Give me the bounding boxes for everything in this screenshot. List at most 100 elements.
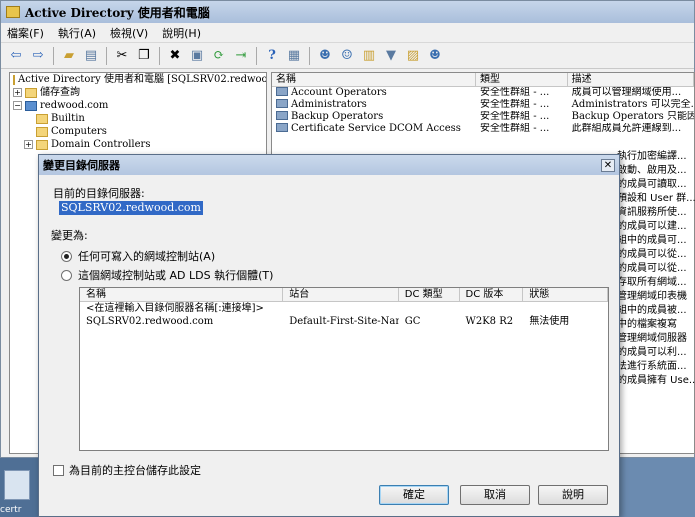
folder-icon bbox=[36, 126, 48, 137]
change-directory-server-dialog: 變更目錄伺服器 ✕ 目前的目錄伺服器: SQLSRV02.redwood.com… bbox=[38, 154, 620, 517]
folder-icon bbox=[13, 74, 15, 85]
list-item-description: 存取所有網域... bbox=[617, 277, 687, 288]
help-icon[interactable]: ? bbox=[263, 47, 281, 65]
dc-table-header: 名稱 站台 DC 類型 DC 版本 狀態 bbox=[80, 288, 608, 302]
save-setting-checkbox-row[interactable]: 為目前的主控台儲存此設定 bbox=[53, 462, 201, 478]
refresh-icon[interactable]: ⟳ bbox=[210, 47, 228, 65]
column-dc-version[interactable]: DC 版本 bbox=[460, 288, 524, 301]
list-item-description: 的成員可以從... bbox=[617, 263, 687, 274]
list-item-description: 的成員可以從... bbox=[617, 249, 687, 260]
toolbar-separator bbox=[159, 46, 160, 65]
column-description[interactable]: 描述 bbox=[568, 73, 694, 86]
delegate-icon[interactable]: ☻ bbox=[426, 47, 444, 65]
current-server-label: 目前的目錄伺服器: bbox=[53, 187, 145, 200]
dialog-title: 變更目錄伺服器 bbox=[43, 159, 120, 172]
list-item-description: 預設和 User 群... bbox=[617, 193, 695, 204]
cut-icon[interactable]: ✂ bbox=[113, 47, 131, 65]
new-ou-icon[interactable]: ▥ bbox=[360, 47, 378, 65]
new-user-icon[interactable]: ☻ bbox=[316, 47, 334, 65]
help-button[interactable]: 說明 bbox=[538, 485, 608, 505]
desktop-shortcut-label: certr bbox=[0, 505, 22, 515]
toolbar-separator bbox=[256, 46, 257, 65]
list-item-description: 管理網域伺服器 bbox=[617, 333, 687, 344]
dc-table[interactable]: 名稱 站台 DC 類型 DC 版本 狀態 <在這裡輸入目錄伺服器名稱[:連接埠]… bbox=[79, 287, 609, 451]
current-server-value: SQLSRV02.redwood.com bbox=[59, 201, 203, 215]
group-icon bbox=[276, 123, 288, 132]
folder-icon bbox=[36, 139, 48, 150]
copy-icon[interactable]: ❐ bbox=[135, 47, 153, 65]
folder-icon bbox=[25, 87, 37, 98]
list-item-description: 法進行系統面... bbox=[617, 361, 687, 372]
collapse-icon[interactable]: − bbox=[13, 101, 22, 110]
list-item[interactable]: Certificate Service DCOM Access 安全性群組 - … bbox=[272, 123, 694, 135]
radio-any-writable-dc[interactable]: 任何可寫入的網域控制站(A) bbox=[61, 248, 215, 264]
tree-item-root[interactable]: Active Directory 使用者和電腦 [SQLSRV02.redwoo bbox=[10, 73, 266, 86]
new-group-icon[interactable]: ☺ bbox=[338, 47, 356, 65]
properties-icon[interactable]: ▣ bbox=[188, 47, 206, 65]
domain-icon bbox=[25, 100, 37, 111]
export-icon[interactable]: ⇥ bbox=[232, 47, 250, 65]
radio-this-dc[interactable]: 這個網域控制站或 AD LDS 執行個體(T) bbox=[61, 267, 273, 283]
list-item-description: 的成員可讀取... bbox=[617, 179, 687, 190]
table-row[interactable]: SQLSRV02.redwood.com Default-First-Site-… bbox=[80, 315, 608, 328]
show-tree-icon[interactable]: ▤ bbox=[82, 47, 100, 65]
tree-item-builtin[interactable]: Builtin bbox=[10, 112, 266, 125]
tree-item-computers[interactable]: Computers bbox=[10, 125, 266, 138]
add-to-group-icon[interactable]: ▨ bbox=[404, 47, 422, 65]
toolbar: ⇦ ⇨ ▰ ▤ ✂ ❐ ✖ ▣ ⟳ ⇥ ? ▦ ☻ ☺ ▥ ▼ ▨ ☻ bbox=[1, 43, 694, 69]
expand-icon[interactable]: + bbox=[24, 140, 33, 149]
folder-icon bbox=[36, 113, 48, 124]
toolbar-separator bbox=[53, 46, 54, 65]
filter-icon[interactable]: ▼ bbox=[382, 47, 400, 65]
radio-button[interactable] bbox=[61, 269, 72, 281]
menu-file[interactable]: 檔案(F) bbox=[7, 25, 44, 41]
menu-view[interactable]: 檢視(V) bbox=[110, 25, 148, 41]
column-name[interactable]: 名稱 bbox=[272, 73, 477, 86]
column-site[interactable]: 站台 bbox=[283, 288, 399, 301]
list-header: 名稱 類型 描述 bbox=[272, 73, 694, 87]
menu-action[interactable]: 執行(A) bbox=[58, 25, 96, 41]
expand-icon[interactable]: + bbox=[13, 88, 22, 97]
menu-help[interactable]: 說明(H) bbox=[162, 25, 201, 41]
up-folder-icon[interactable]: ▰ bbox=[60, 47, 78, 65]
tree-item-domain[interactable]: − redwood.com bbox=[10, 99, 266, 112]
toolbar-separator bbox=[309, 46, 310, 65]
column-type[interactable]: 類型 bbox=[476, 73, 568, 86]
tree-item-saved-queries[interactable]: + 儲存查詢 bbox=[10, 86, 266, 99]
group-icon bbox=[276, 87, 288, 96]
list-item-description: 的成員可以利... bbox=[617, 347, 687, 358]
group-icon bbox=[276, 111, 288, 120]
list-item[interactable]: Backup Operators 安全性群組 - ... Backup Oper… bbox=[272, 111, 694, 123]
cancel-button[interactable]: 取消 bbox=[460, 485, 530, 505]
dialog-title-bar: 變更目錄伺服器 ✕ bbox=[39, 155, 619, 175]
list-item-description: 執行加密編譯... bbox=[617, 151, 687, 162]
save-setting-checkbox[interactable] bbox=[53, 464, 64, 476]
list-item-description: 管理網域印表機 bbox=[617, 291, 687, 302]
delete-icon[interactable]: ✖ bbox=[166, 47, 184, 65]
list-item[interactable]: Account Operators 安全性群組 - ... 成員可以管理網域使用… bbox=[272, 87, 694, 99]
list-item-description: 的成員擁有 Use... bbox=[617, 375, 695, 386]
forward-arrow-icon[interactable]: ⇨ bbox=[29, 47, 47, 65]
column-status[interactable]: 狀態 bbox=[523, 288, 608, 301]
close-icon[interactable]: ✕ bbox=[601, 158, 615, 172]
column-dc-type[interactable]: DC 類型 bbox=[399, 288, 460, 301]
server-name-entry-row[interactable]: <在這裡輸入目錄伺服器名稱[:連接埠]> bbox=[80, 302, 608, 315]
radio-button-selected[interactable] bbox=[61, 250, 72, 262]
column-name[interactable]: 名稱 bbox=[80, 288, 284, 301]
back-arrow-icon[interactable]: ⇦ bbox=[7, 47, 25, 65]
list-item-description: 啟動、啟用及... bbox=[617, 165, 687, 176]
app-icon bbox=[6, 6, 20, 18]
group-icon bbox=[276, 99, 288, 108]
window-title: Active Directory 使用者和電腦 bbox=[25, 5, 210, 20]
list-item-description: 組中的成員可... bbox=[617, 235, 687, 246]
title-bar: Active Directory 使用者和電腦 bbox=[1, 1, 694, 23]
list-item-description: 中的檔案複寫 bbox=[617, 319, 677, 330]
list-item[interactable]: Administrators 安全性群組 - ... Administrator… bbox=[272, 99, 694, 111]
ok-button[interactable]: 確定 bbox=[379, 485, 449, 505]
console-icon[interactable]: ▦ bbox=[285, 47, 303, 65]
list-item-description: 的成員可以建... bbox=[617, 221, 687, 232]
toolbar-separator bbox=[106, 46, 107, 65]
desktop-shortcut-icon[interactable] bbox=[4, 470, 30, 500]
tree-item-domain-controllers[interactable]: + Domain Controllers bbox=[10, 138, 266, 151]
change-to-label: 變更為: bbox=[51, 229, 88, 242]
